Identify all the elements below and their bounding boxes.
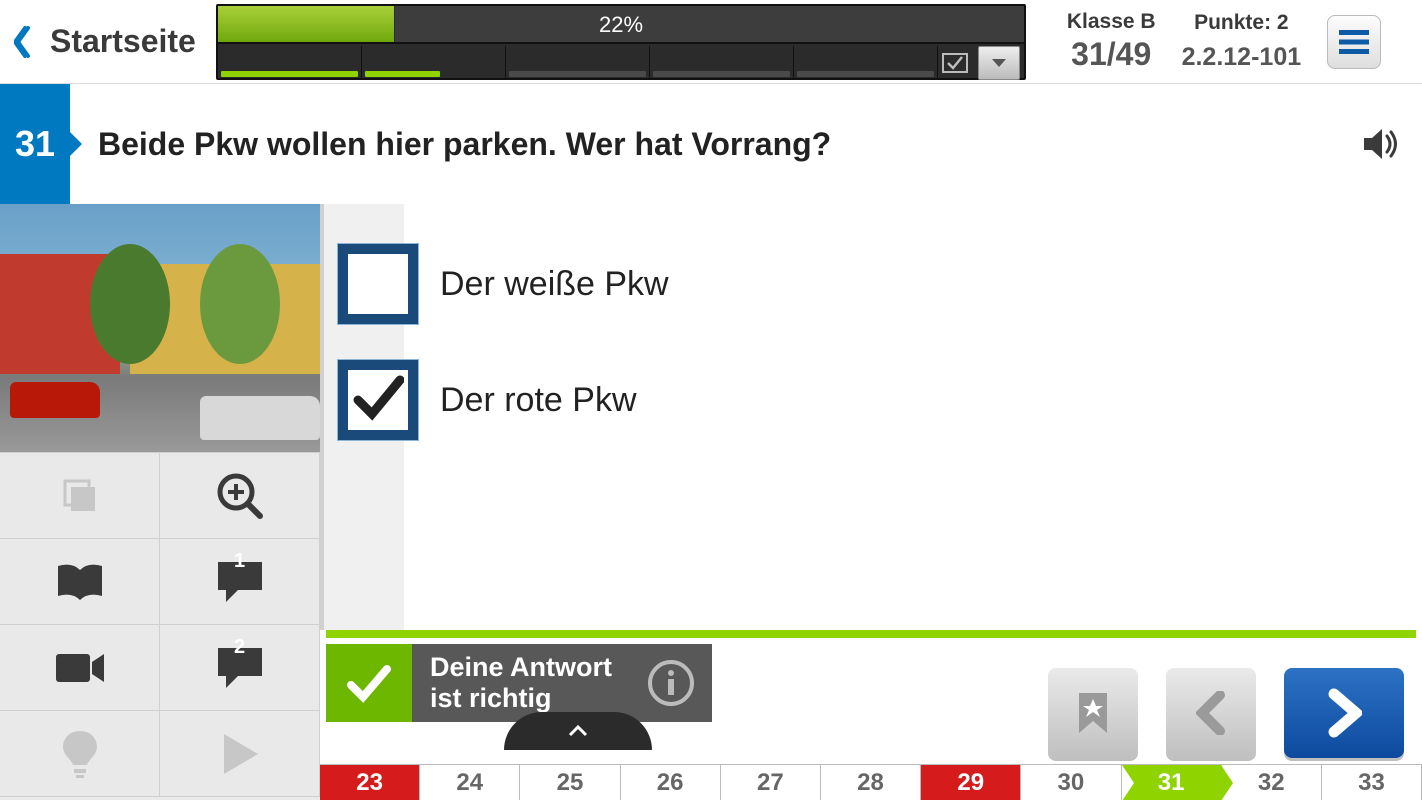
feedback-text: Deine Antwort ist richtig bbox=[430, 652, 630, 714]
question-nav: 2324252627282930313233 bbox=[320, 764, 1422, 800]
qnav-item[interactable]: 27 bbox=[721, 765, 821, 800]
prev-button[interactable] bbox=[1166, 668, 1256, 758]
qnav-item[interactable]: 28 bbox=[821, 765, 921, 800]
qnav-item[interactable]: 25 bbox=[520, 765, 620, 800]
comment-1-button[interactable]: 1 bbox=[160, 539, 320, 625]
hamburger-icon bbox=[1339, 30, 1369, 54]
hint-button[interactable] bbox=[0, 711, 160, 797]
chevron-left-icon bbox=[1196, 691, 1226, 735]
qnav-item[interactable]: 32 bbox=[1222, 765, 1322, 800]
qnav-item[interactable]: 23 bbox=[320, 765, 420, 800]
book-icon bbox=[54, 562, 106, 602]
layers-button[interactable] bbox=[0, 453, 160, 539]
home-label: Startseite bbox=[50, 23, 196, 60]
check-icon bbox=[345, 659, 393, 707]
progress-segments bbox=[218, 46, 938, 80]
class-info: Klasse B 31/49 bbox=[1067, 10, 1156, 73]
book-button[interactable] bbox=[0, 539, 160, 625]
answer-label: Der rote Pkw bbox=[440, 381, 637, 420]
qnav-item[interactable]: 33 bbox=[1322, 765, 1422, 800]
progress-dropdown[interactable] bbox=[978, 46, 1020, 80]
next-button[interactable] bbox=[1284, 668, 1404, 758]
answer-label: Der weiße Pkw bbox=[440, 265, 669, 304]
info-icon bbox=[663, 669, 679, 697]
correct-checkbox bbox=[338, 360, 418, 440]
qnav-item[interactable]: 24 bbox=[420, 765, 520, 800]
menu-button[interactable] bbox=[1327, 15, 1381, 69]
qnav-item[interactable]: 31 bbox=[1122, 765, 1222, 800]
play-icon bbox=[220, 732, 260, 776]
expand-feedback-button[interactable] bbox=[504, 712, 652, 750]
progress-check-icon bbox=[934, 46, 976, 80]
feedback-correct-badge bbox=[326, 644, 412, 722]
zoom-button[interactable] bbox=[160, 453, 320, 539]
zoom-in-icon bbox=[214, 470, 266, 522]
video-icon bbox=[54, 650, 106, 686]
progress-percent: 22% bbox=[218, 12, 1024, 38]
correct-checkbox bbox=[338, 244, 418, 324]
question-text: Beide Pkw wollen hier parken. Wer hat Vo… bbox=[70, 84, 1342, 204]
home-button[interactable]: Startseite bbox=[0, 0, 216, 83]
play-button[interactable] bbox=[160, 711, 320, 797]
comment-2-button[interactable]: 2 bbox=[160, 625, 320, 711]
qnav-item[interactable]: 30 bbox=[1021, 765, 1121, 800]
points-info: Punkte: 2 2.2.12-101 bbox=[1182, 11, 1302, 72]
progress-bar: 22% bbox=[216, 4, 1026, 80]
video-button[interactable] bbox=[0, 625, 160, 711]
bookmark-button[interactable] bbox=[1048, 668, 1138, 758]
answer-row: Der rote Pkw bbox=[320, 342, 1406, 458]
question-image-thumbnail[interactable] bbox=[0, 204, 320, 452]
chevron-up-icon bbox=[568, 725, 588, 737]
speaker-icon bbox=[1362, 126, 1402, 162]
chevron-left-icon bbox=[14, 26, 34, 58]
layers-icon bbox=[57, 473, 103, 519]
speaker-button[interactable] bbox=[1342, 84, 1422, 204]
question-number: 31 bbox=[0, 84, 70, 204]
feedback-bar bbox=[326, 630, 1416, 638]
feedback-info-button[interactable] bbox=[648, 660, 694, 706]
bookmark-star-icon bbox=[1075, 691, 1111, 735]
lightbulb-icon bbox=[61, 729, 99, 779]
qnav-item[interactable]: 26 bbox=[621, 765, 721, 800]
chevron-right-icon bbox=[1326, 688, 1362, 738]
qnav-item[interactable]: 29 bbox=[921, 765, 1021, 800]
answer-row: Der weiße Pkw bbox=[320, 226, 1406, 342]
